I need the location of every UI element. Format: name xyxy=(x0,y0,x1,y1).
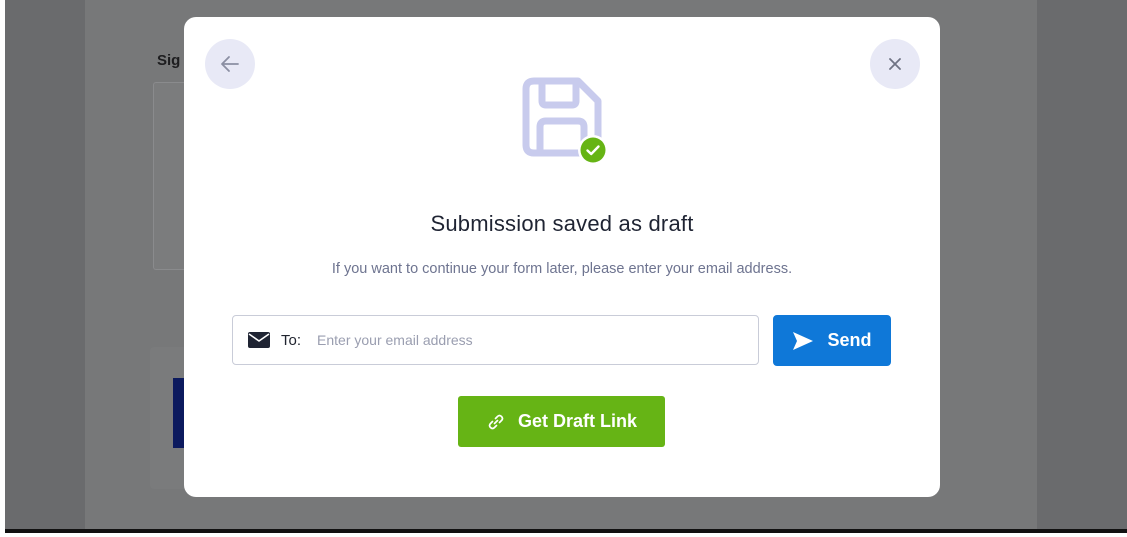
to-label: To: xyxy=(281,331,302,349)
email-input[interactable] xyxy=(317,320,758,360)
modal-title: Submission saved as draft xyxy=(430,211,694,236)
send-icon xyxy=(792,331,814,351)
send-button-label: Send xyxy=(827,330,872,350)
email-field: To: xyxy=(232,315,759,365)
send-button[interactable]: Send xyxy=(773,315,891,366)
envelope-icon xyxy=(247,331,271,349)
background-signature-label: Sig xyxy=(157,52,181,69)
get-draft-link-label: Get Draft Link xyxy=(517,411,637,431)
link-icon xyxy=(486,412,506,432)
close-button[interactable] xyxy=(870,39,920,89)
save-draft-modal: Submission saved as draft If you want to… xyxy=(184,17,940,497)
check-circle-icon xyxy=(577,134,609,166)
arrow-left-icon xyxy=(219,53,241,75)
close-icon xyxy=(887,56,903,72)
get-draft-link-button[interactable]: Get Draft Link xyxy=(458,396,665,447)
back-button[interactable] xyxy=(205,39,255,89)
bottom-divider xyxy=(5,529,1127,533)
save-disk-icon xyxy=(522,77,612,167)
modal-subtitle: If you want to continue your form later,… xyxy=(331,261,793,277)
